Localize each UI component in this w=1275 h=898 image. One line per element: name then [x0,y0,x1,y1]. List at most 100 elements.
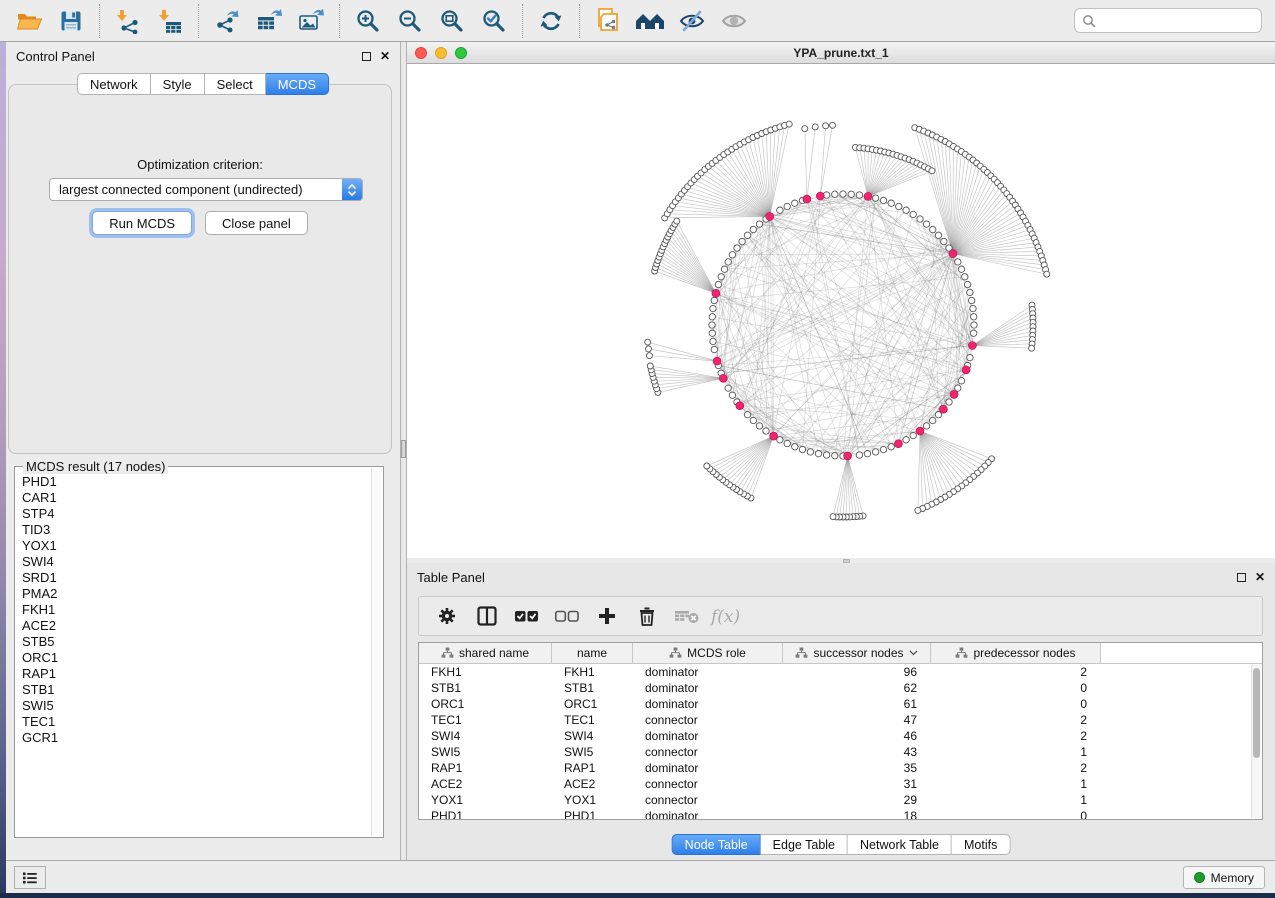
first-neighbors-button[interactable] [629,3,671,39]
network-node[interactable] [856,452,862,458]
mcds-result-item[interactable]: RAP1 [22,666,370,682]
network-node[interactable] [958,266,964,272]
table-scrollbar[interactable] [1251,665,1261,818]
close-panel-icon[interactable] [380,47,390,65]
network-leaf-node[interactable] [823,123,829,129]
splitter-handle[interactable] [401,440,406,458]
float-panel-icon[interactable] [362,52,371,61]
task-history-button[interactable] [14,866,46,889]
network-leaf-node[interactable] [802,126,808,132]
tab-network[interactable]: Network [77,73,151,95]
tab-mcds[interactable]: MCDS [266,73,329,95]
network-leaf-node[interactable] [1044,271,1050,277]
network-node[interactable] [903,207,909,213]
zoom-fit-button[interactable] [431,3,473,39]
float-panel-icon[interactable] [1237,573,1246,582]
table-row[interactable]: SWI4SWI4dominator462 [419,728,1262,744]
network-leaf-node[interactable] [674,218,680,224]
network-node[interactable] [888,444,894,450]
chevron-down-icon[interactable] [909,650,918,656]
open-folder-button[interactable] [8,3,50,39]
network-node[interactable] [832,453,838,459]
column-header-predecessor-nodes[interactable]: predecessor nodes [931,643,1101,664]
network-leaf-node[interactable] [786,121,792,127]
network-node[interactable] [840,191,846,197]
network-node[interactable] [734,245,740,251]
export-table-button[interactable] [248,3,290,39]
network-node[interactable] [750,417,756,423]
mcds-result-item[interactable]: PHD1 [22,474,370,490]
network-leaf-node[interactable] [646,353,652,359]
network-hub-node[interactable] [770,432,778,440]
table-row[interactable]: STB1STB1dominator620 [419,680,1262,696]
network-canvas[interactable] [407,64,1275,558]
deselect-all-button[interactable] [549,600,585,632]
delete-column-button[interactable] [629,600,665,632]
tab-edge-table[interactable]: Edge Table [761,834,848,855]
network-hub-node[interactable] [766,212,774,220]
network-node[interactable] [744,232,750,238]
table-settings-button[interactable] [429,600,465,632]
select-all-button[interactable] [509,600,545,632]
tab-motifs[interactable]: Motifs [952,834,1010,855]
close-panel-icon[interactable] [1255,568,1265,586]
table-row[interactable]: ORC1ORC1dominator610 [419,696,1262,712]
network-node[interactable] [832,191,838,197]
mcds-result-scrollbar[interactable] [371,468,382,836]
network-node[interactable] [946,399,952,405]
network-node[interactable] [971,314,977,320]
network-node[interactable] [856,192,862,198]
mcds-result-item[interactable]: YOX1 [22,538,370,554]
column-header-successor-nodes[interactable]: successor nodes [783,643,931,664]
import-table-button[interactable] [149,3,191,39]
network-node[interactable] [930,226,936,232]
network-node[interactable] [729,392,735,398]
network-node[interactable] [784,203,790,209]
column-header-MCDS-role[interactable]: MCDS role [633,643,783,664]
zoom-out-button[interactable] [389,3,431,39]
network-hub-node[interactable] [712,289,720,297]
network-view-titlebar[interactable]: YPA_prune.txt_1 [407,42,1275,64]
network-node[interactable] [964,281,970,287]
network-node[interactable] [709,322,715,328]
search-box[interactable] [1074,8,1262,33]
mcds-result-item[interactable]: STP4 [22,506,370,522]
network-node[interactable] [872,449,878,455]
table-row[interactable]: PHD1PHD1dominator180 [419,808,1262,820]
mcds-result-item[interactable]: SRD1 [22,570,370,586]
network-hub-node[interactable] [968,342,976,350]
network-node[interactable] [923,423,929,429]
network-leaf-node[interactable] [915,507,921,513]
network-node[interactable] [823,452,829,458]
mcds-result-item[interactable]: STB1 [22,682,370,698]
mcds-result-item[interactable]: PMA2 [22,586,370,602]
network-node[interactable] [792,444,798,450]
network-hub-node[interactable] [719,374,727,382]
network-node[interactable] [880,197,886,203]
network-node[interactable] [807,449,813,455]
network-node[interactable] [958,378,964,384]
mcds-result-item[interactable]: TEC1 [22,714,370,730]
mcds-result-list[interactable]: PHD1CAR1STP4TID3YOX1SWI4SRD1PMA2FKH1ACE2… [15,470,370,837]
network-node[interactable] [903,437,909,443]
network-node[interactable] [710,305,716,311]
network-node[interactable] [923,221,929,227]
network-node[interactable] [750,226,756,232]
vertical-splitter[interactable] [400,42,407,860]
network-node[interactable] [763,428,769,434]
save-session-button[interactable] [50,3,92,39]
network-leaf-node[interactable] [704,463,710,469]
table-row[interactable]: ACE2ACE2connector311 [419,776,1262,792]
network-node[interactable] [784,440,790,446]
network-leaf-node[interactable] [830,514,836,520]
network-node[interactable] [756,221,762,227]
table-row[interactable]: YOX1YOX1connector291 [419,792,1262,808]
network-node[interactable] [872,195,878,201]
network-leaf-node[interactable] [929,168,935,174]
network-hub-node[interactable] [962,366,970,374]
network-leaf-node[interactable] [646,346,652,352]
network-node[interactable] [955,385,961,391]
network-node[interactable] [711,297,717,303]
import-network-button[interactable] [107,3,149,39]
network-node[interactable] [970,305,976,311]
